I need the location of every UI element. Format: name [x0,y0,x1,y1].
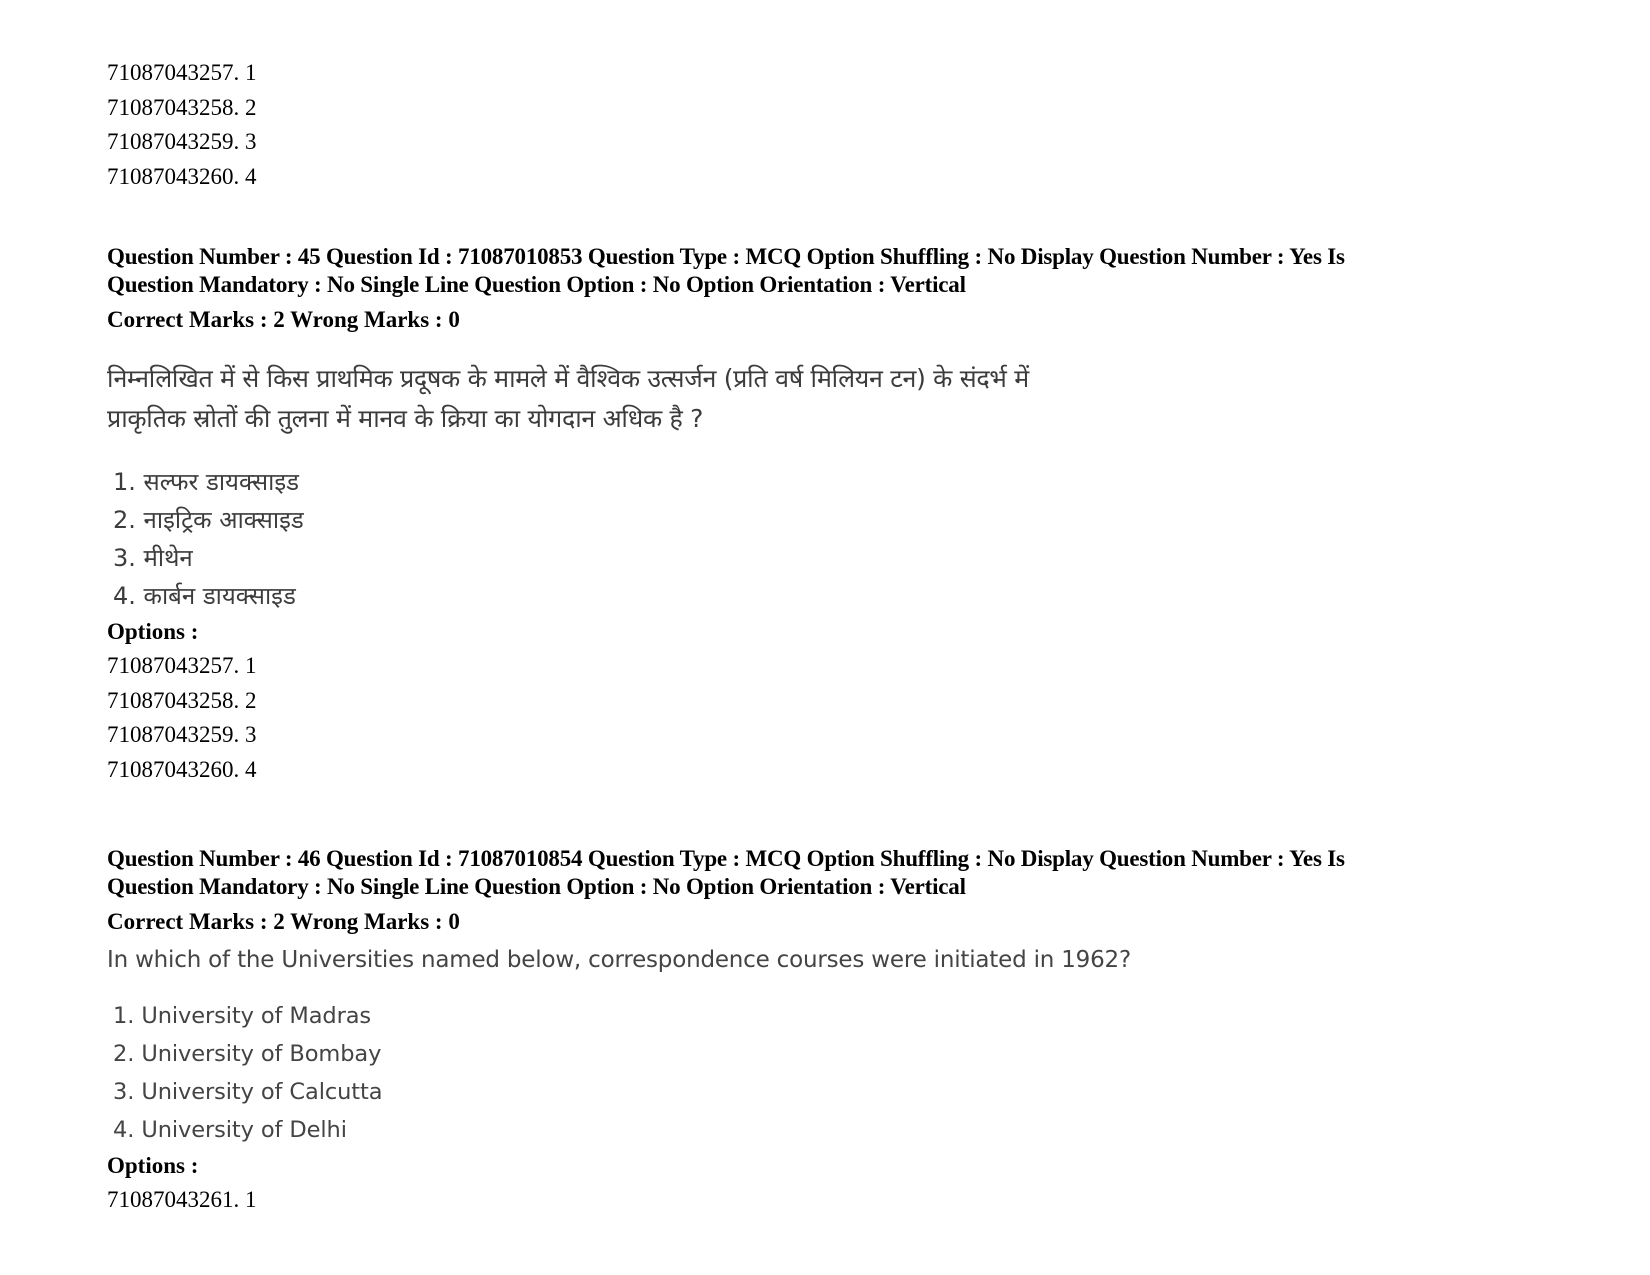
choice-item: 1. University of Madras [113,1003,372,1029]
question-meta-line-2: Question Mandatory : No Single Line Ques… [107,272,966,297]
question-block-45: Question Number : 45 Question Id : 71087… [107,243,1567,787]
options-label: Options : [107,1153,199,1178]
question-text-line: प्राकृतिक स्रोतों की तुलना में मानव के क… [107,404,704,433]
option-id-line: 71087043257. 1 [107,60,257,85]
option-id-line: 71087043259. 3 [107,129,257,154]
question-marks: Correct Marks : 2 Wrong Marks : 0 [107,307,460,332]
question-meta-line-1: Question Number : 45 Question Id : 71087… [107,244,1345,269]
options-label: Options : [107,619,199,644]
question-text-line: निम्नलिखित में से किस प्राथमिक प्रदूषक क… [107,364,1029,393]
question-choices-image: 1. University of Madras 2. University of… [107,997,1567,1149]
question-marks: Correct Marks : 2 Wrong Marks : 0 [107,909,460,934]
options-list: 71087043261. 1 [107,1183,1567,1218]
option-id-line: 71087043258. 2 [107,94,257,120]
question-text-line: In which of the Universities named below… [107,947,1131,973]
choice-item: 4. कार्बन डायक्साइड [113,582,296,610]
option-id-line: 71087043260. 4 [107,756,257,782]
choice-item: 2. नाइट्रिक आक्साइड [113,506,304,534]
choice-item: 1. सल्फर डायक्साइड [113,468,299,496]
choice-item: 3. मीथेन [113,544,193,572]
option-id-line: 71087043257. 1 [107,653,257,678]
options-list: 71087043257. 1 71087043258. 2 7108704325… [107,649,1567,787]
choice-item: 4. University of Delhi [113,1117,347,1143]
choice-item: 3. University of Calcutta [113,1079,383,1105]
option-id-line: 71087043260. 4 [107,163,257,189]
question-block-46: Question Number : 46 Question Id : 71087… [107,845,1567,1218]
question-meta-line-1: Question Number : 46 Question Id : 71087… [107,846,1345,871]
question-text-image: In which of the Universities named below… [107,943,1567,977]
option-id-line: 71087043261. 1 [107,1187,257,1212]
question-text-image: निम्नलिखित में से किस प्राथमिक प्रदूषक क… [107,359,1567,439]
question-choices-image: 1. सल्फर डायक्साइड 2. नाइट्रिक आक्साइड 3… [107,463,1567,615]
previous-options-list: 71087043257. 1 71087043258. 2 7108704325… [107,56,257,194]
question-meta-line-2: Question Mandatory : No Single Line Ques… [107,874,966,899]
option-id-line: 71087043259. 3 [107,722,257,747]
choice-item: 2. University of Bombay [113,1041,382,1067]
option-id-line: 71087043258. 2 [107,687,257,713]
